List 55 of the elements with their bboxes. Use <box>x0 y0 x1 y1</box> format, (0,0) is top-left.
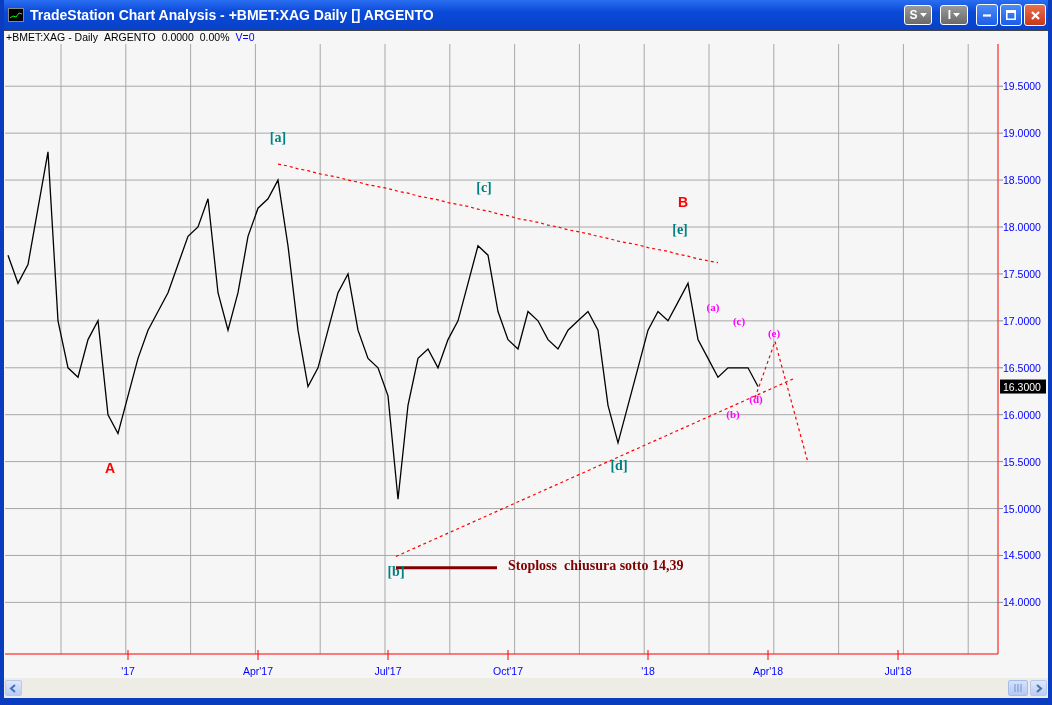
x-axis-label: '17 <box>121 665 135 677</box>
horizontal-scrollbar[interactable] <box>4 678 1048 698</box>
y-axis-label: 16.0000 <box>1003 408 1041 421</box>
wave-label: [c] <box>476 180 492 196</box>
maximize-icon <box>1006 10 1016 20</box>
x-axis-label: Jul'17 <box>374 665 402 677</box>
close-button[interactable] <box>1024 4 1046 26</box>
wave-label: B <box>677 194 689 211</box>
change-value: 0.00% <box>199 31 230 44</box>
grip-icon <box>1013 684 1023 692</box>
scroll-right-button[interactable] <box>1030 680 1047 696</box>
wave-label: A <box>104 459 116 476</box>
wave-label: (e) <box>767 326 781 339</box>
wave-label: [b] <box>387 564 405 580</box>
caret-icon <box>953 13 961 17</box>
wave-label: [d] <box>610 458 628 474</box>
y-axis-label: 14.0000 <box>1003 596 1041 609</box>
x-axis-label: '18 <box>641 665 655 677</box>
y-axis-label: 18.0000 <box>1003 221 1041 233</box>
wave-label: (b) <box>726 407 740 420</box>
y-axis-label: 19.5000 <box>1003 80 1041 93</box>
close-icon <box>1030 10 1040 20</box>
minimize-icon <box>983 13 991 17</box>
minimize-button[interactable] <box>976 4 998 26</box>
x-axis-label: Jul'18 <box>884 665 912 677</box>
x-axis-label: Oct'17 <box>493 665 523 677</box>
price-value: 0.0000 <box>161 31 194 44</box>
wave-label: (a) <box>706 300 720 313</box>
y-axis-label: 17.0000 <box>1003 314 1041 327</box>
y-axis-label: 18.5000 <box>1003 174 1041 187</box>
toolbar-menu-button[interactable]: I <box>940 5 968 25</box>
volume-value: V=0 <box>235 31 255 44</box>
annotation-text: Stoploss chiusura sotto 14,39 <box>508 558 684 574</box>
chart-app-icon <box>8 8 24 22</box>
maximize-button[interactable] <box>1000 4 1022 26</box>
wave-label: (d) <box>749 393 763 406</box>
y-axis-label: 15.5000 <box>1003 455 1041 468</box>
y-axis-label: 14.5000 <box>1003 549 1041 562</box>
caret-icon <box>919 13 927 17</box>
window-title: TradeStation Chart Analysis - +BMET:XAG Daily [] ARGENTO <box>30 7 435 23</box>
scroll-left-button[interactable] <box>5 680 22 696</box>
x-axis-label: Apr'18 <box>753 665 783 677</box>
wave-label: [a] <box>269 129 287 145</box>
toolbar-menu-button[interactable]: S <box>904 5 932 25</box>
x-axis-label: Apr'17 <box>243 665 273 677</box>
wave-label: [e] <box>672 221 688 237</box>
instrument-name: ARGENTO <box>103 31 156 44</box>
scroll-thumb[interactable] <box>1008 680 1028 696</box>
y-axis-label: 19.0000 <box>1003 127 1041 140</box>
y-axis-label: 15.0000 <box>1003 502 1041 515</box>
y-axis-label: 16.5000 <box>1003 361 1041 374</box>
y-axis-label: 17.5000 <box>1003 267 1041 280</box>
last-price-marker: 16.3000 <box>1000 379 1046 394</box>
chart-symbol: +BMET:XAG - Daily <box>6 31 98 44</box>
wave-label: (c) <box>732 314 746 327</box>
